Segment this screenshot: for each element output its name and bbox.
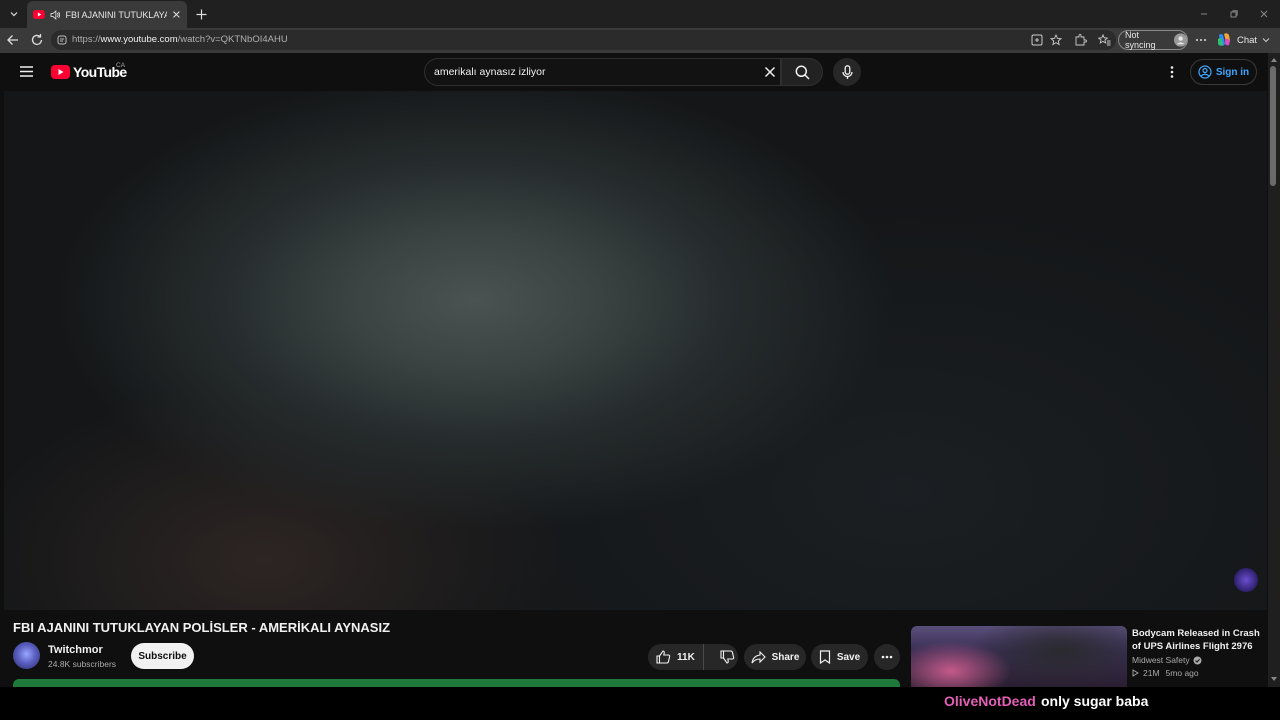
play-icon [1132,669,1139,677]
recommended-video-channel[interactable]: Midwest Safety [1132,655,1202,665]
thumbs-up-icon [656,650,671,664]
channel-watermark[interactable] [1234,568,1258,592]
close-icon [1260,10,1268,18]
verified-badge-icon [1193,656,1202,664]
favorites-button[interactable] [1098,34,1111,46]
share-label: Share [771,651,800,663]
tab-title: FBI AJANINI TUTUKLAYAN POLİSLER [65,9,168,20]
site-info-icon [57,35,67,45]
plus-icon [196,9,206,19]
recommended-channel-name: Midwest Safety [1132,655,1190,665]
sign-in-label: Sign in [1215,66,1250,78]
profile-sync-button[interactable]: Not syncing [1118,30,1188,50]
close-icon [764,66,776,78]
recommended-upload-age: 5mo ago [1165,668,1199,678]
app-available-button[interactable] [1031,34,1043,46]
chevron-down-icon [10,12,18,17]
like-count: 11K [677,651,695,663]
share-button[interactable]: Share [744,644,806,670]
favorites-list-icon [1098,34,1111,46]
dislike-button[interactable] [710,644,745,670]
recommended-video-thumbnail[interactable] [911,626,1127,687]
more-vertical-icon [1170,66,1174,78]
account-circle-icon [1198,65,1212,79]
extensions-button[interactable] [1074,34,1087,47]
voice-search-button[interactable] [833,58,861,86]
app-grid-icon [1031,34,1043,46]
scroll-down-button[interactable] [1270,676,1278,682]
close-tab-icon[interactable] [172,10,181,19]
arrow-up-icon [1271,58,1277,62]
restore-icon [1230,10,1238,18]
subscriber-count: 24.8K subscribers [48,659,117,669]
sign-in-button[interactable]: Sign in [1190,59,1257,85]
like-dislike-group: 11K [648,644,738,670]
video-title: FBI AJANINI TUTUKLAYAN POLİSLER - AMERİK… [13,620,391,635]
chat-message: only sugar baba [1041,693,1149,709]
url-path: /watch?v=QKTNbOI4AHU [177,34,288,45]
extensions-icon [1075,34,1087,46]
search-button[interactable] [781,58,823,86]
search-query: amerikalı aynasız izliyor [434,66,546,78]
profile-avatar-icon [1173,33,1187,47]
subscribe-button[interactable]: Subscribe [131,643,194,669]
youtube-favicon-icon [33,10,45,19]
url-text[interactable]: https://www.youtube.com/watch?v=QKTNbOI4… [72,34,288,45]
hamburger-menu-icon [20,66,33,77]
star-icon [1050,34,1062,46]
clear-search-button[interactable] [764,66,776,78]
arrow-left-icon [7,35,18,45]
chat-username: OliveNotDead [944,693,1036,709]
url-prefix: https:// [72,34,101,45]
favorite-star-button[interactable] [1050,34,1062,46]
minimize-button[interactable] [1196,6,1212,22]
settings-menu-button[interactable] [1166,65,1178,79]
recommended-video-meta: 21M 5mo ago [1132,668,1199,678]
thumbs-down-icon [720,650,735,664]
scrollbar-thumb[interactable] [1270,66,1276,186]
back-button[interactable] [6,33,20,47]
more-actions-button[interactable] [874,644,900,670]
arrow-down-icon [1271,677,1277,681]
recommended-view-count: 21M [1143,668,1160,678]
chat-label: Chat [1237,34,1258,46]
save-button[interactable]: Save [811,644,868,670]
microphone-icon [841,64,853,79]
country-code: CA [116,62,126,69]
copilot-chat-button[interactable]: Chat [1216,31,1270,49]
like-button[interactable]: 11K [648,644,704,670]
recommended-video-title[interactable]: Bodycam Released in Crash of UPS Airline… [1132,627,1262,653]
video-player[interactable] [4,91,1267,610]
channel-avatar[interactable] [13,642,40,669]
close-window-button[interactable] [1256,6,1272,22]
guide-menu-button[interactable] [19,65,34,78]
chevron-down-icon [1262,38,1270,43]
reload-button[interactable] [30,33,44,47]
site-info-button[interactable] [57,35,67,45]
new-tab-button[interactable] [192,5,210,23]
channel-name[interactable]: Twitchmor [48,644,103,656]
refresh-icon [31,34,43,45]
copilot-icon [1218,33,1230,46]
more-horizontal-icon [881,655,893,659]
url-domain: www.youtube.com [100,34,178,45]
browser-tab-active[interactable]: FBI AJANINI TUTUKLAYAN POLİSLER [27,1,187,28]
save-label: Save [836,651,861,663]
sync-label: Not syncing [1125,30,1156,50]
settings-more-button[interactable] [1195,34,1207,46]
search-icon [795,65,810,80]
share-icon [751,650,766,663]
minimize-icon [1201,13,1207,15]
youtube-play-logo-icon [51,65,70,79]
bookmark-icon [819,650,830,664]
scroll-up-button[interactable] [1270,57,1278,63]
speaker-icon[interactable] [50,9,61,20]
restore-button[interactable] [1226,6,1242,22]
more-horizontal-icon [1196,39,1206,41]
tab-actions-menu[interactable] [4,4,24,24]
description-box[interactable] [13,679,900,687]
